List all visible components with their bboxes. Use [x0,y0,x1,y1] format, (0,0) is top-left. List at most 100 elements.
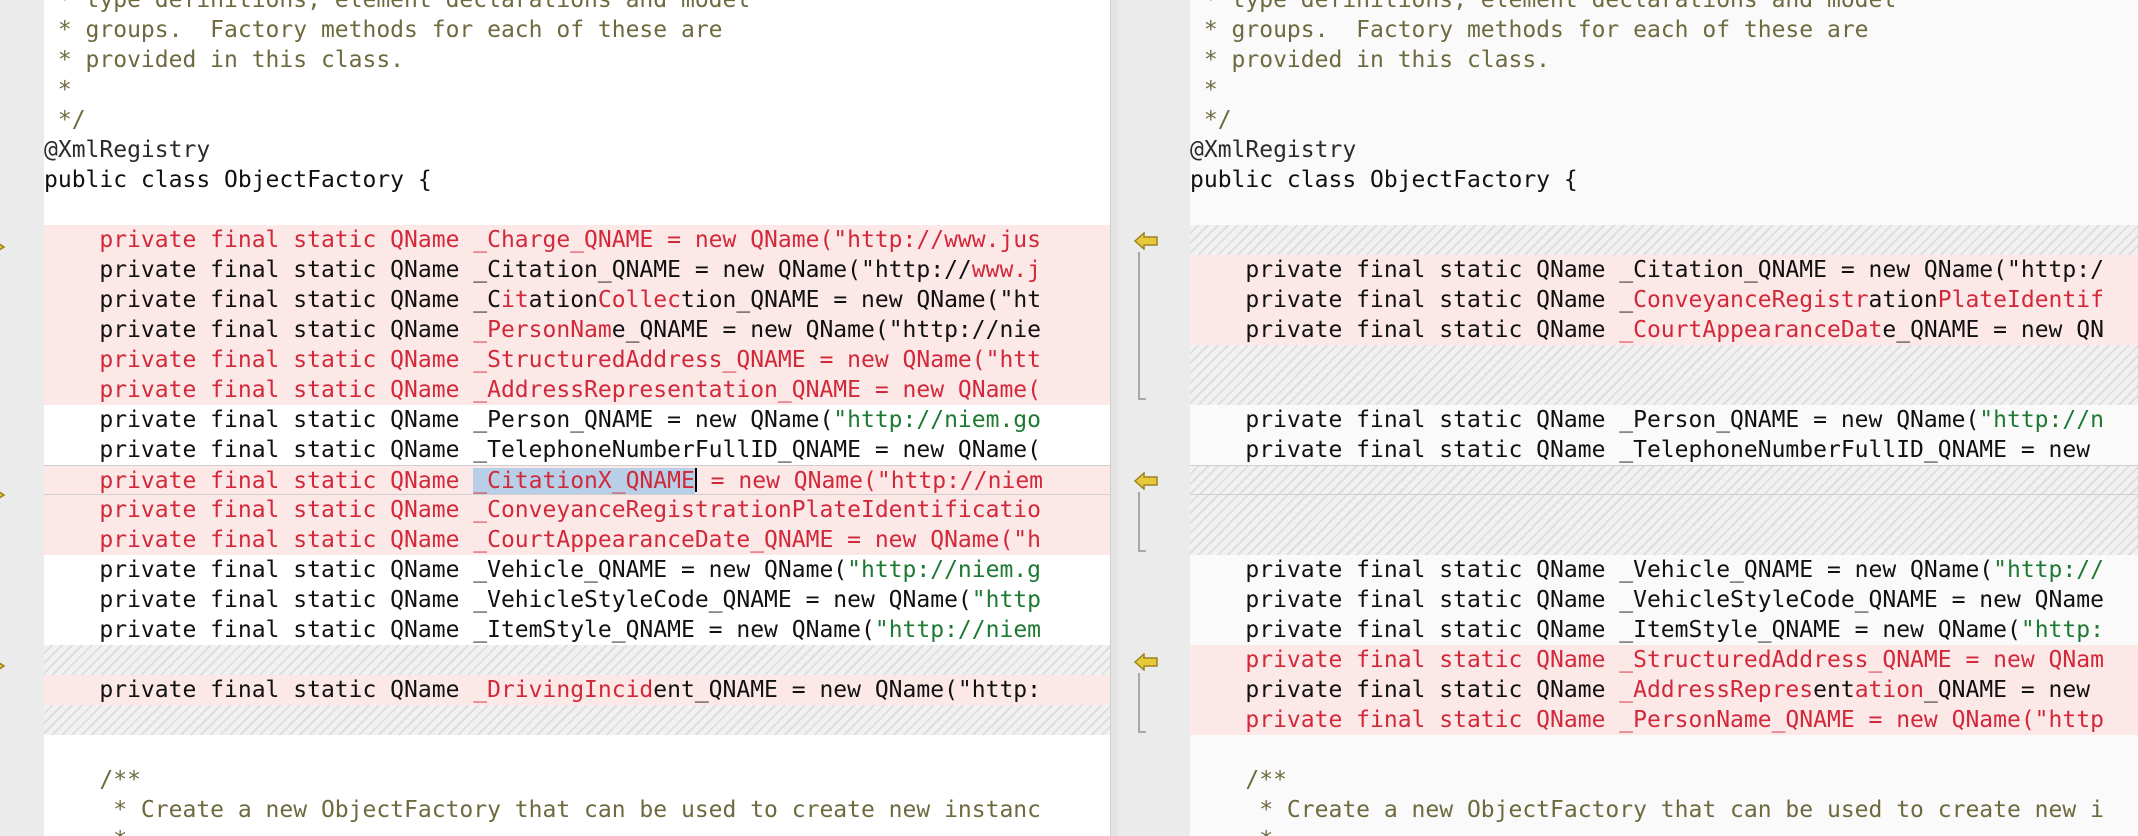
code-token: ent [1813,677,1855,703]
code-line: */ [44,105,1110,135]
code-token: * Create a new ObjectFactory that can be… [1190,797,2104,823]
code-line: private final static QName _Person_QNAME… [1190,405,2138,435]
code-token: private final static QName _Citation_QNA… [44,257,972,283]
code-token: * Create a new ObjectFactory that can be… [44,797,1041,823]
change-bracket [1138,673,1146,733]
right-code-editor[interactable]: * type definitions, element declarations… [1190,0,2138,836]
code-line: private final static QName _AddressRepre… [1190,675,2138,705]
code-token: private final static QName _AddressRepre… [44,377,1041,403]
code-line [1190,345,2138,375]
code-line: private final static QName _VehicleStyle… [1190,585,2138,615]
code-token: * [44,77,72,103]
code-line: private final static QName _DrivingIncid… [44,675,1110,705]
code-token: ent_QNAME = new QName("http: [653,677,1042,703]
code-token: = new QName("http://niem [696,468,1044,494]
code-token: */ [1190,107,1232,133]
code-token: PlateIdentif [1937,287,2104,313]
code-token: "http://n [1979,407,2104,433]
code-line [1190,465,2138,495]
code-token: "http: [2020,617,2104,643]
code-token: private final static QName [44,468,474,494]
apply-change-arrow-icon[interactable] [1134,653,1158,671]
code-token: private final static QName _VehicleStyle… [44,587,972,613]
code-token: * [1190,827,1273,836]
code-line: /** [1190,765,2138,795]
selected-text: _CitationX_QNAME [473,468,695,494]
code-token: * type definitions, element declarations… [44,0,751,13]
code-token: private final static QName _Charge_QNAME… [44,227,1041,253]
code-token: e_QNAME = new QName("http://nie [611,317,1042,343]
code-token: */ [44,107,86,133]
code-token: * [1190,77,1218,103]
code-line [1190,225,2138,255]
right-diff-pane: * type definitions, element declarations… [1118,0,2138,836]
code-token: private final static QName _Citation_QNA… [1190,257,2104,283]
code-line: private final static QName _PersonName_Q… [44,315,1110,345]
code-token: _CourtAppearanceDat [1619,317,1883,343]
code-line: * provided in this class. [1190,45,2138,75]
code-token: _DrivingIncid [473,677,654,703]
code-token: @XmlRegistry [44,137,211,163]
code-line: private final static QName _StructuredAd… [1190,645,2138,675]
code-line: * type definitions, element declarations… [44,0,1110,15]
code-line [1190,495,2138,525]
code-token: ation [528,287,598,313]
code-token: private final static QName [44,677,474,703]
code-line: * [1190,825,2138,836]
code-token: "http://niem.go [833,407,1042,433]
code-token: www.j [971,257,1042,283]
left-code-editor[interactable]: * type definitions, element declarations… [44,0,1110,836]
code-token: private final static QName _StructuredAd… [1190,647,2104,673]
code-token: "http://niem.g [847,557,1042,583]
code-line: * groups. Factory methods for each of th… [1190,15,2138,45]
code-token: @XmlRegistry [1190,137,1357,163]
code-token: ation [1854,677,1924,703]
code-line: private final static QName _ConveyanceRe… [44,495,1110,525]
code-line: private final static QName _Vehicle_QNAM… [44,555,1110,585]
code-line: private final static QName _Citation_QNA… [1190,255,2138,285]
code-line: private final static QName _CitationX_QN… [44,465,1110,495]
code-line: private final static QName _ItemStyle_QN… [44,615,1110,645]
code-token: public class ObjectFactory { [44,167,432,193]
code-line: private final static QName _CourtAppeara… [1190,315,2138,345]
code-token: * groups. Factory methods for each of th… [1190,17,1869,43]
code-line: @XmlRegistry [1190,135,2138,165]
code-token: private final static QName [44,317,474,343]
change-marker-icon[interactable] [0,657,14,675]
change-marker-icon[interactable] [0,238,14,256]
code-token: private final static QName _TelephoneNum… [44,437,1041,463]
code-token: private final static QName _ItemStyle_QN… [1190,617,2021,643]
code-line: /** [44,765,1110,795]
code-line: private final static QName _Charge_QNAME… [44,225,1110,255]
code-line: private final static QName _CourtAppeara… [44,525,1110,555]
code-token: private final static QName _Vehicle_QNAM… [44,557,848,583]
code-line: * Create a new ObjectFactory that can be… [1190,795,2138,825]
code-token: "http://niem [874,617,1042,643]
code-token: private final static QName _ItemStyle_QN… [44,617,875,643]
change-bracket [1138,252,1146,400]
code-token: private final static QName _ [1190,287,1634,313]
code-line: @XmlRegistry [44,135,1110,165]
code-line: private final static QName _StructuredAd… [44,345,1110,375]
code-token: private final static QName [1190,317,1620,343]
code-token: * [44,827,127,836]
code-line: * groups. Factory methods for each of th… [44,15,1110,45]
change-marker-icon[interactable] [0,486,14,504]
code-line: * Create a new ObjectFactory that can be… [44,795,1110,825]
code-token: * provided in this class. [1190,47,1551,73]
code-line: private final static QName _Citation_QNA… [44,255,1110,285]
change-bracket [1138,492,1146,552]
code-line [1190,375,2138,405]
code-token: * provided in this class. [44,47,405,73]
code-token: * type definitions, element declarations… [1190,0,1897,13]
apply-change-arrow-icon[interactable] [1134,232,1158,250]
code-line: private final static QName _Person_QNAME… [44,405,1110,435]
left-gutter [0,0,44,836]
code-token: /** [44,767,141,793]
code-line: private final static QName _Vehicle_QNAM… [1190,555,2138,585]
apply-change-arrow-icon[interactable] [1134,472,1158,490]
code-token: private final static QName _TelephoneNum… [1190,437,2091,463]
code-token: "http [971,587,1042,613]
